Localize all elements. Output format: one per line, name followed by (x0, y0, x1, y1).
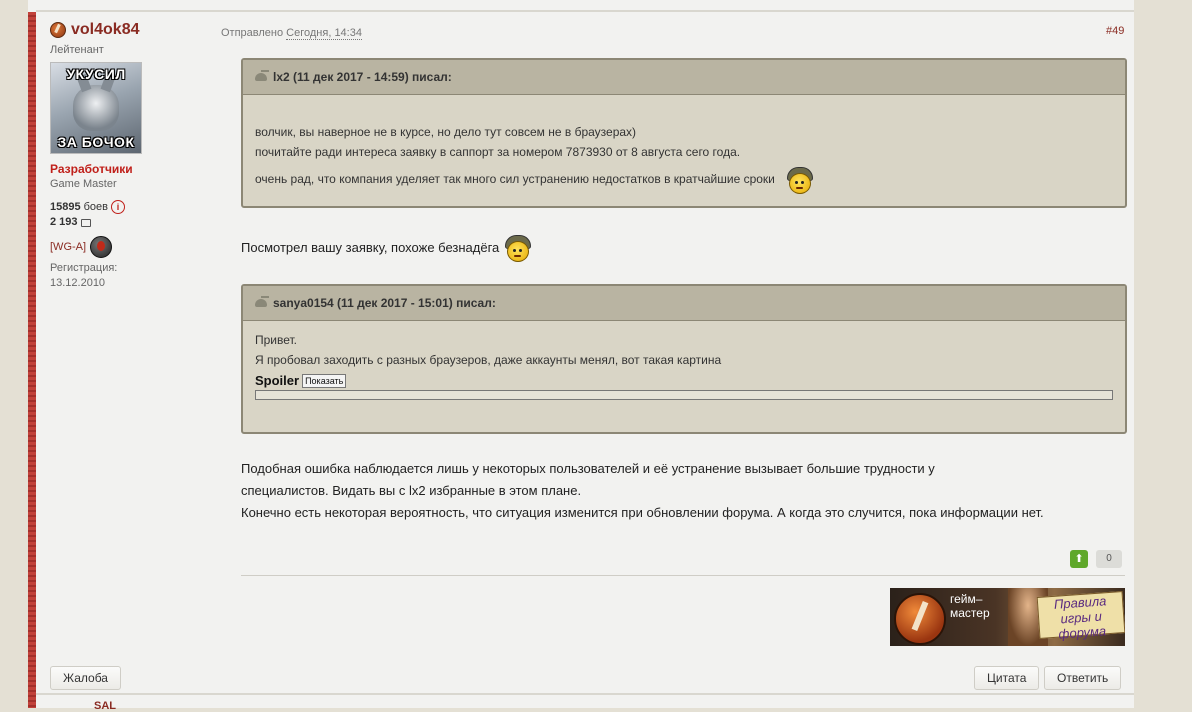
quote-body: волчик, вы наверное не в курсе, но дело … (243, 125, 1125, 194)
battles-value: 15895 (50, 201, 81, 213)
author-name-row: vol4ok84 (50, 20, 210, 40)
quote-block-1: lx2 (11 дек 2017 - 14:59) писал: волчик,… (241, 58, 1127, 208)
developer-post-stripe (28, 12, 36, 708)
post-body-line: Конечно есть некоторая вероятность, что … (241, 505, 1044, 520)
banner-rules-line: игры и форума (1057, 608, 1107, 642)
post-body: Подобная ошибка наблюдается лишь у некот… (241, 458, 1121, 524)
posts-stat: 2 193 (50, 216, 210, 228)
quote-header: lx2 (11 дек 2017 - 14:59) писал: (243, 60, 1125, 95)
author-name-link[interactable]: vol4ok84 (71, 21, 139, 39)
spoiler-label: Spoiler (255, 373, 300, 388)
avatar-caption-top: УКУСИЛ (66, 66, 126, 82)
post-bottom-divider (36, 693, 1134, 695)
post-body-line: Подобная ошибка наблюдается лишь у некот… (241, 461, 935, 476)
vote-up-icon[interactable]: ⬆ (1070, 550, 1088, 568)
post-number-link[interactable]: #49 (1106, 25, 1124, 37)
quote-line: очень рад, что компания уделяет так мног… (255, 172, 775, 186)
clan-row: [WG-A] (50, 236, 210, 258)
info-icon[interactable]: i (110, 200, 125, 214)
quote-line: Привет. (255, 333, 298, 347)
spoiler-show-button[interactable]: Показать (302, 373, 347, 388)
reply-text: Посмотрел вашу заявку, похоже безнадёга (241, 239, 500, 255)
sad-tanker-smiley-icon (503, 233, 532, 262)
page-background-right (1134, 0, 1192, 708)
banner-gm-line: гейм– (950, 592, 983, 606)
rating-count: 0 (1096, 550, 1122, 568)
registration-label: Регистрация: (50, 262, 118, 274)
banner-gm-text: гейм– мастер (950, 592, 990, 620)
spoiler-content-box (255, 390, 1113, 400)
quote-button[interactable]: Цитата (974, 666, 1040, 690)
quote-block-2: sanya0154 (11 дек 2017 - 15:01) писал: П… (241, 284, 1127, 434)
post-timestamp: Отправлено Сегодня, 14:34 (221, 27, 362, 40)
signature-divider (241, 575, 1125, 576)
quote-line-with-smiley: очень рад, что компания уделяет так мног… (255, 165, 1113, 194)
post-top-divider (36, 10, 1134, 12)
posts-value: 2 193 (50, 216, 78, 228)
registration-date: 13.12.2010 (50, 277, 106, 289)
battles-label: боев (83, 201, 108, 213)
banner-gm-line: мастер (950, 606, 990, 620)
quote-body: Привет. Я пробовал заходить с разных бра… (243, 333, 1125, 400)
avatar[interactable]: УКУСИЛ ЗА БОЧОК (50, 62, 142, 154)
quote-tank-icon (255, 70, 269, 81)
avatar-caption-bottom: ЗА БОЧОК (57, 134, 135, 150)
wg-logo-icon (50, 22, 66, 38)
author-group-sub: Game Master (50, 178, 117, 190)
battles-stat: 15895 боев i (50, 200, 210, 214)
author-panel: vol4ok84 Лейтенант УКУСИЛ ЗА БОЧОК Разра… (50, 20, 210, 289)
wg-logo-icon (894, 593, 946, 645)
quote-author[interactable]: sanya0154 (11 дек 2017 - 15:01) писал: (273, 296, 496, 310)
tanker-smiley-icon (785, 165, 813, 194)
banner-rules-note: Правила игры и форума (1036, 591, 1125, 642)
avatar-wolf-image (73, 85, 119, 131)
signature-banner[interactable]: гейм– мастер Правила игры и форума (890, 588, 1125, 646)
reply-button[interactable]: Ответить (1044, 666, 1122, 690)
post-body-line: специалистов. Видать вы с lx2 избранные … (241, 483, 582, 498)
posted-prefix: Отправлено (221, 27, 284, 39)
quote-line: волчик, вы наверное не в курсе, но дело … (255, 125, 637, 139)
clan-tag-link[interactable]: [WG-A] (50, 241, 86, 253)
quote-header: sanya0154 (11 дек 2017 - 15:01) писал: (243, 286, 1125, 321)
clan-emblem-icon[interactable] (90, 236, 113, 258)
author-group: Разработчики (50, 162, 133, 176)
author-rank: Лейтенант (50, 44, 104, 56)
quote-tank-icon (255, 296, 269, 307)
spoiler-row: Spoiler Показать (255, 373, 1113, 388)
comment-icon (80, 219, 91, 227)
next-post-author-peek: SAL (94, 700, 116, 712)
reply-line: Посмотрел вашу заявку, похоже безнадёга (241, 233, 532, 262)
page-background-left (0, 0, 28, 708)
quote-line: Я пробовал заходить с разных браузеров, … (255, 353, 722, 367)
posted-when: Сегодня, 14:34 (286, 27, 362, 40)
quote-author[interactable]: lx2 (11 дек 2017 - 14:59) писал: (273, 70, 452, 84)
quote-line: почитайте ради интереса заявку в саппорт… (255, 145, 741, 159)
post-rating: ⬆ 0 (1070, 550, 1122, 568)
complaint-button[interactable]: Жалоба (50, 666, 121, 690)
